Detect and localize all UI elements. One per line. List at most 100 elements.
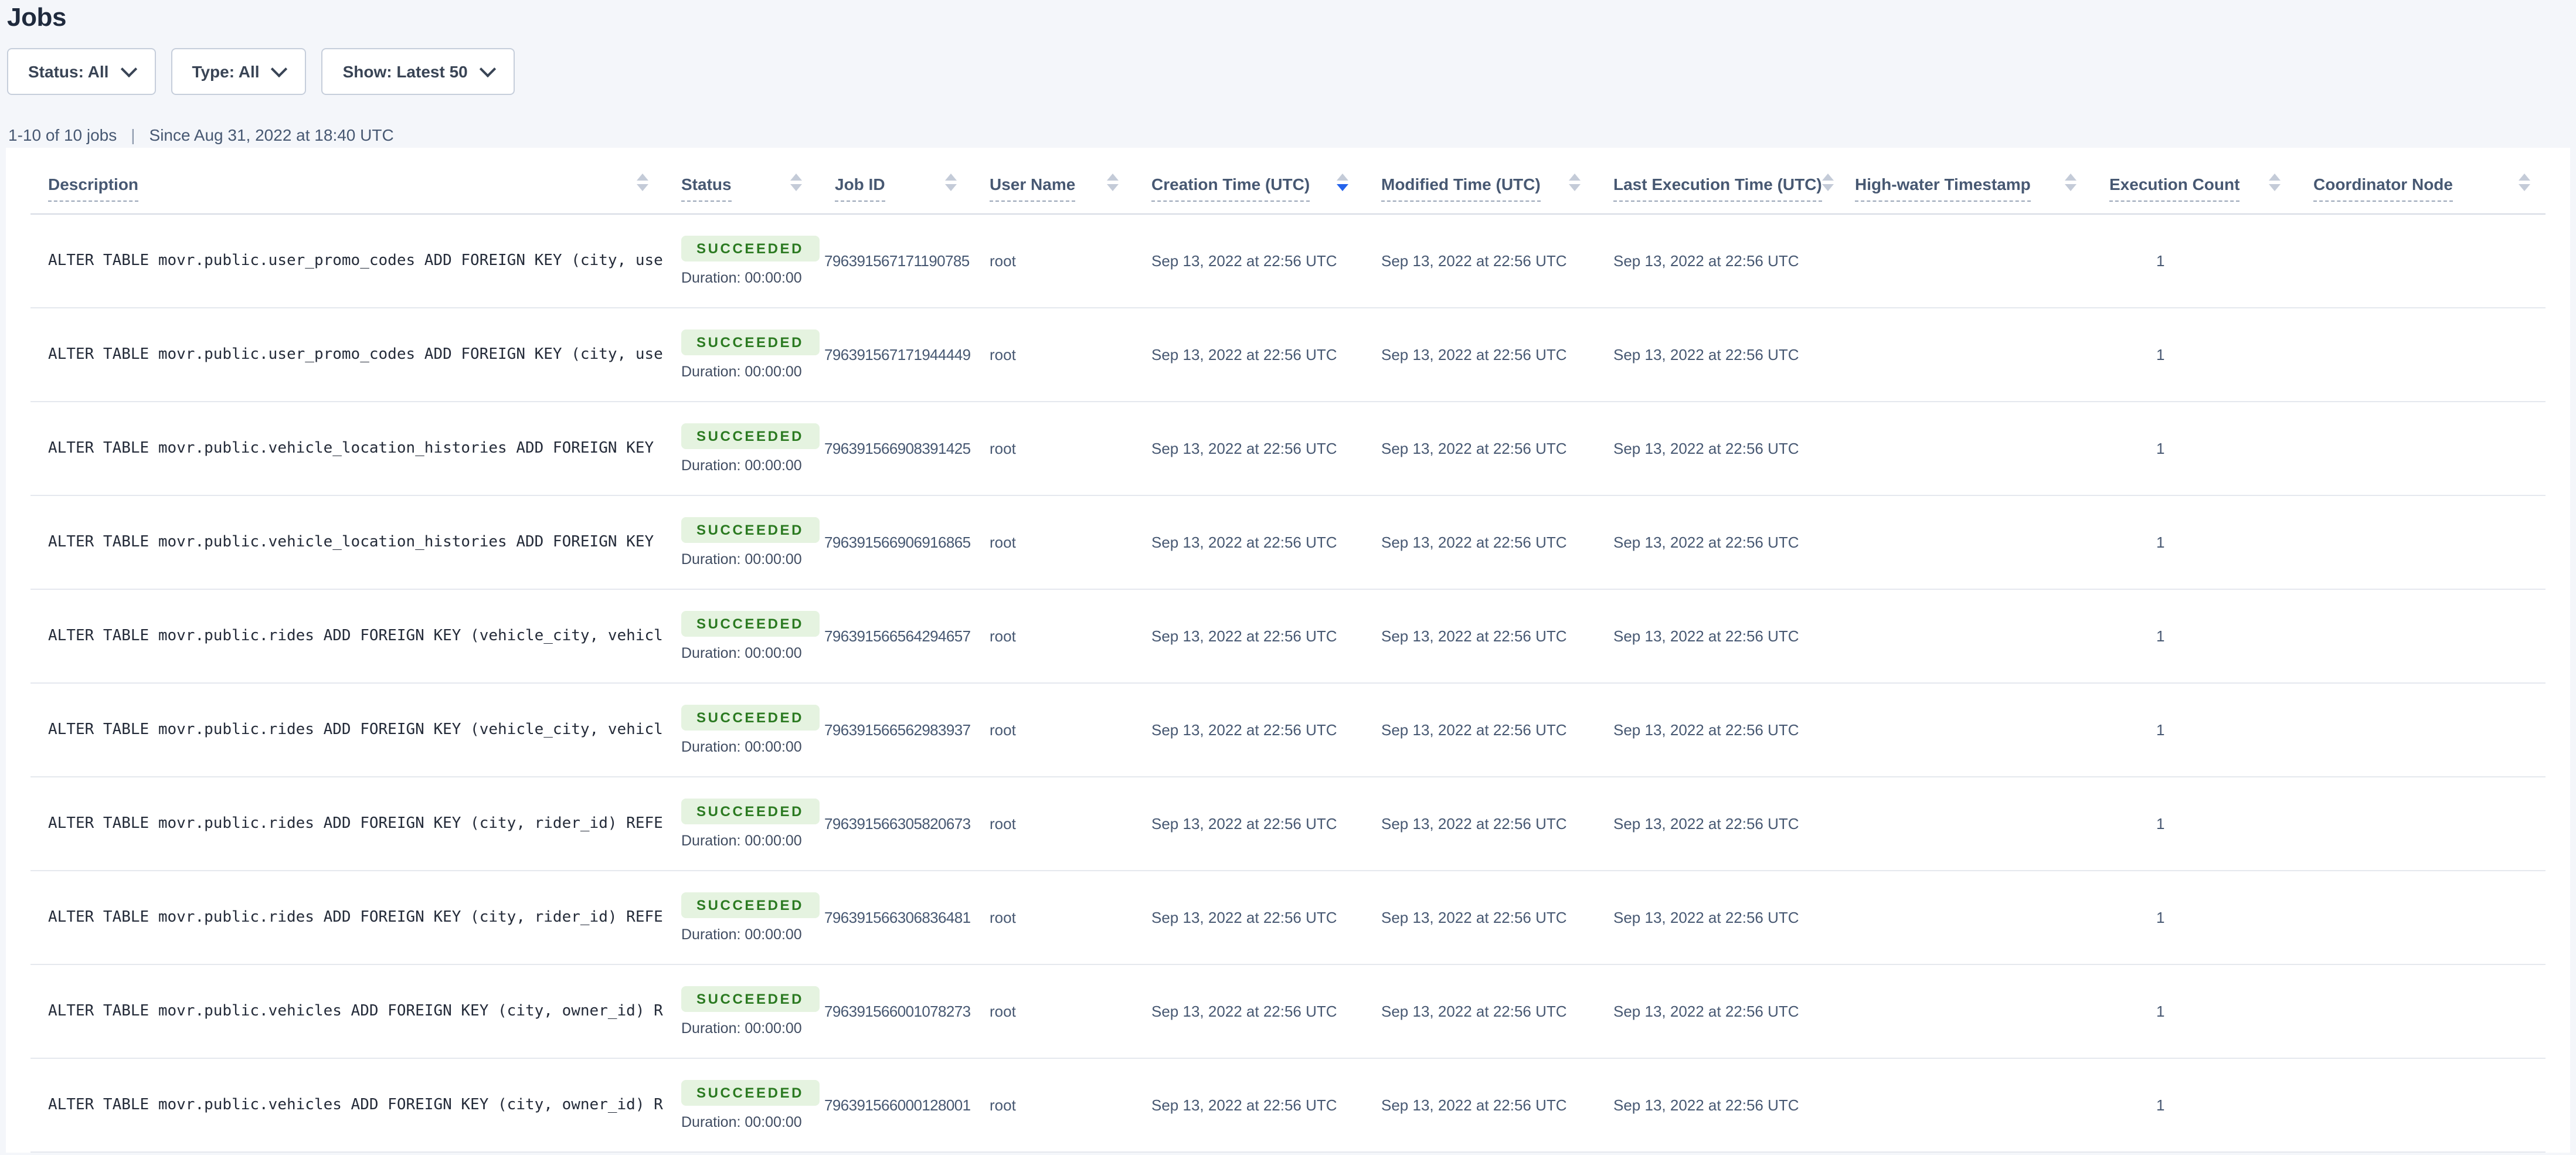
job-status: SUCCEEDEDDuration: 00:00:00 — [664, 986, 817, 1037]
column-header-modified: Modified Time (UTC) — [1364, 174, 1596, 202]
job-status: SUCCEEDEDDuration: 00:00:00 — [664, 329, 817, 380]
column-header-label-created[interactable]: Creation Time (UTC) — [1151, 175, 1310, 202]
status-filter-dropdown[interactable]: Status: All — [7, 48, 155, 95]
modified-time: Sep 13, 2022 at 22:56 UTC — [1364, 440, 1596, 457]
job-description[interactable]: ALTER TABLE movr.public.vehicle_location… — [30, 534, 664, 551]
creation-time: Sep 13, 2022 at 22:56 UTC — [1134, 721, 1364, 739]
column-header-label-description[interactable]: Description — [48, 175, 138, 202]
job-duration: Duration: 00:00:00 — [681, 457, 817, 474]
job-description[interactable]: ALTER TABLE movr.public.vehicle_location… — [30, 440, 664, 457]
execution-count: 1 — [2092, 721, 2296, 739]
sort-desc-icon — [2519, 184, 2530, 191]
column-header-label-coordinator[interactable]: Coordinator Node — [2313, 175, 2453, 202]
show-filter-dropdown[interactable]: Show: Latest 50 — [322, 48, 515, 95]
table-row: ALTER TABLE movr.public.user_promo_codes… — [30, 215, 2546, 308]
sort-arrows-icon[interactable] — [637, 174, 648, 202]
status-badge: SUCCEEDED — [681, 611, 819, 637]
sort-desc-icon — [2065, 184, 2077, 191]
last-execution-time: Sep 13, 2022 at 22:56 UTC — [1596, 440, 1837, 457]
column-header-label-exec_count[interactable]: Execution Count — [2109, 175, 2239, 202]
column-header-label-modified[interactable]: Modified Time (UTC) — [1381, 175, 1541, 202]
sort-asc-icon — [2065, 174, 2077, 181]
sort-arrows-icon[interactable] — [2269, 174, 2281, 202]
sort-desc-icon — [790, 184, 802, 191]
status-badge: SUCCEEDED — [681, 1080, 819, 1106]
sort-arrows-icon[interactable] — [790, 174, 802, 202]
sort-arrows-icon[interactable] — [1107, 174, 1119, 202]
sort-desc-icon — [945, 184, 957, 191]
status-badge: SUCCEEDED — [681, 423, 819, 449]
job-description[interactable]: ALTER TABLE movr.public.vehicles ADD FOR… — [30, 1096, 664, 1114]
job-description[interactable]: ALTER TABLE movr.public.user_promo_codes… — [30, 346, 664, 364]
table-body: ALTER TABLE movr.public.user_promo_codes… — [30, 215, 2546, 1153]
column-header-label-status[interactable]: Status — [681, 175, 732, 202]
column-header-created: Creation Time (UTC) — [1134, 174, 1364, 202]
sort-arrows-icon[interactable] — [1822, 174, 1834, 202]
execution-count: 1 — [2092, 815, 2296, 833]
modified-time: Sep 13, 2022 at 22:56 UTC — [1364, 721, 1596, 739]
last-execution-time: Sep 13, 2022 at 22:56 UTC — [1596, 346, 1837, 364]
job-id: 796391566564294657 — [817, 627, 972, 645]
table-row: ALTER TABLE movr.public.rides ADD FOREIG… — [30, 590, 2546, 684]
sort-desc-icon — [1107, 184, 1119, 191]
execution-count: 1 — [2092, 1096, 2296, 1114]
user-name: root — [972, 815, 1134, 833]
modified-time: Sep 13, 2022 at 22:56 UTC — [1364, 1003, 1596, 1020]
modified-time: Sep 13, 2022 at 22:56 UTC — [1364, 627, 1596, 645]
job-duration: Duration: 00:00:00 — [681, 645, 817, 661]
sort-asc-icon — [1337, 174, 1348, 181]
sort-arrows-icon[interactable] — [2519, 174, 2530, 202]
column-header-label-job_id[interactable]: Job ID — [835, 175, 885, 202]
type-filter-dropdown[interactable]: Type: All — [171, 48, 306, 95]
sort-asc-icon — [2519, 174, 2530, 181]
job-duration: Duration: 00:00:00 — [681, 833, 817, 849]
column-header-label-last_exec[interactable]: Last Execution Time (UTC) — [1613, 175, 1822, 202]
execution-count: 1 — [2092, 627, 2296, 645]
table-row: ALTER TABLE movr.public.rides ADD FOREIG… — [30, 684, 2546, 777]
sort-desc-icon — [637, 184, 648, 191]
job-description[interactable]: ALTER TABLE movr.public.rides ADD FOREIG… — [30, 815, 664, 833]
sort-desc-icon — [1822, 184, 1834, 191]
sort-asc-icon — [1569, 174, 1581, 181]
user-name: root — [972, 1096, 1134, 1114]
show-filter-label: Show: Latest 50 — [343, 62, 468, 81]
status-badge: SUCCEEDED — [681, 799, 819, 824]
sort-asc-icon — [637, 174, 648, 181]
user-name: root — [972, 440, 1134, 457]
creation-time: Sep 13, 2022 at 22:56 UTC — [1134, 1096, 1364, 1114]
sort-arrows-icon[interactable] — [2065, 174, 2077, 202]
column-header-label-high_water[interactable]: High-water Timestamp — [1855, 175, 2031, 202]
job-description[interactable]: ALTER TABLE movr.public.rides ADD FOREIG… — [30, 721, 664, 739]
execution-count: 1 — [2092, 909, 2296, 926]
job-id: 796391566306836481 — [817, 909, 972, 926]
column-header-label-user[interactable]: User Name — [990, 175, 1075, 202]
job-status: SUCCEEDED Duration: 00:00:00 — [664, 799, 817, 849]
table-row: ALTER TABLE movr.public.vehicle_location… — [30, 402, 2546, 496]
creation-time: Sep 13, 2022 at 22:56 UTC — [1134, 534, 1364, 551]
creation-time: Sep 13, 2022 at 22:56 UTC — [1134, 252, 1364, 270]
last-execution-time: Sep 13, 2022 at 22:56 UTC — [1596, 1003, 1837, 1020]
page-title: Jobs — [0, 0, 2576, 33]
filter-bar: Status: All Type: All Show: Latest 50 — [7, 48, 2576, 95]
modified-time: Sep 13, 2022 at 22:56 UTC — [1364, 346, 1596, 364]
job-id: 796391566562983937 — [817, 721, 972, 739]
summary-divider: | — [131, 125, 135, 144]
sort-arrows-icon[interactable] — [1569, 174, 1581, 202]
user-name: root — [972, 534, 1134, 551]
column-header-job_id: Job ID — [817, 174, 972, 202]
table-row: ALTER TABLE movr.public.vehicle_location… — [30, 496, 2546, 590]
results-summary: 1-10 of 10 jobs | Since Aug 31, 2022 at … — [8, 125, 2576, 144]
job-description[interactable]: ALTER TABLE movr.public.rides ADD FOREIG… — [30, 909, 664, 926]
job-description[interactable]: ALTER TABLE movr.public.vehicles ADD FOR… — [30, 1003, 664, 1020]
job-duration: Duration: 00:00:00 — [681, 364, 817, 380]
job-id: 796391566305820673 — [817, 815, 972, 833]
creation-time: Sep 13, 2022 at 22:56 UTC — [1134, 440, 1364, 457]
sort-arrows-icon[interactable] — [1337, 174, 1348, 202]
execution-count: 1 — [2092, 440, 2296, 457]
job-description[interactable]: ALTER TABLE movr.public.rides ADD FOREIG… — [30, 627, 664, 645]
job-description[interactable]: ALTER TABLE movr.public.user_promo_codes… — [30, 252, 664, 270]
last-execution-time: Sep 13, 2022 at 22:56 UTC — [1596, 1096, 1837, 1114]
sort-asc-icon — [790, 174, 802, 181]
chevron-down-icon — [480, 61, 496, 77]
sort-arrows-icon[interactable] — [945, 174, 957, 202]
